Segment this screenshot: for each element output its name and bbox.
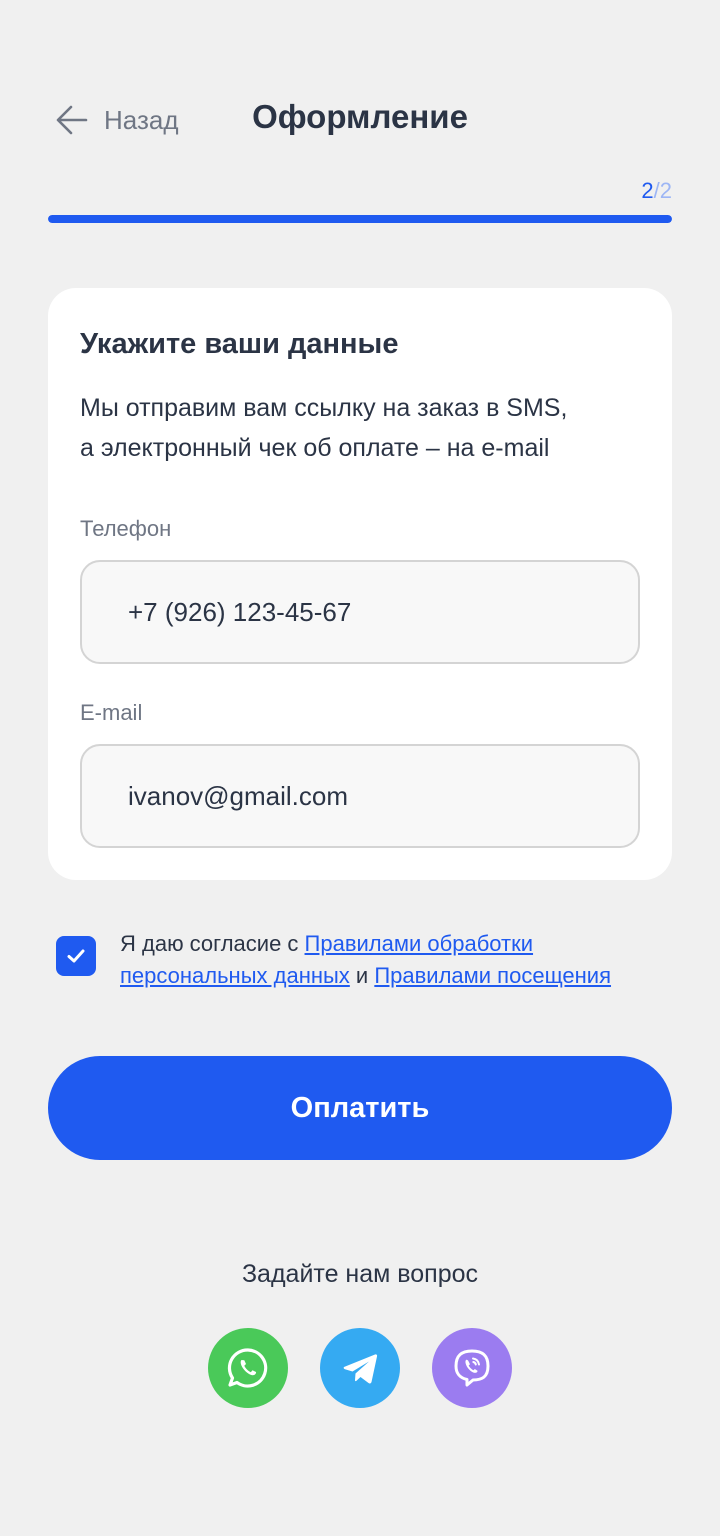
viber-button[interactable] bbox=[432, 1328, 512, 1408]
card-title: Укажите ваши данные bbox=[80, 328, 399, 360]
telegram-icon bbox=[343, 1354, 378, 1384]
whatsapp-button[interactable] bbox=[208, 1328, 288, 1408]
checkmark-icon bbox=[67, 949, 85, 963]
contact-form-card: Укажите ваши данные Мы отправим вам ссыл… bbox=[48, 288, 672, 880]
consent-text-middle: и bbox=[349, 963, 375, 988]
pay-button[interactable]: Оплатить bbox=[48, 1056, 672, 1160]
telegram-button[interactable] bbox=[320, 1328, 400, 1408]
consent-text: Я даю согласие с Правилами обработки пер… bbox=[120, 928, 680, 992]
consent-checkbox[interactable] bbox=[56, 936, 96, 976]
progress-bar bbox=[48, 215, 672, 223]
email-label: E-mail bbox=[80, 700, 143, 725]
phone-label: Телефон bbox=[80, 516, 172, 541]
phone-input[interactable] bbox=[80, 560, 640, 664]
step-counter: 2/2 bbox=[641, 178, 672, 204]
support-title: Задайте нам вопрос bbox=[241, 1260, 479, 1288]
whatsapp-icon bbox=[227, 1348, 268, 1388]
progress-fill bbox=[48, 215, 672, 223]
card-description: Мы отправим вам ссылку на заказ в SMS, а… bbox=[80, 388, 650, 468]
step-total: 2 bbox=[659, 178, 672, 203]
header: Назад Оформление 2/2 bbox=[0, 0, 720, 240]
visit-rules-link[interactable]: Правилами посещения bbox=[374, 963, 611, 988]
step-current: 2 bbox=[641, 178, 654, 203]
card-description-line-1: Мы отправим вам ссылку на заказ в SMS, bbox=[80, 394, 568, 422]
consent-text-before: Я даю согласие с bbox=[120, 931, 305, 956]
email-input[interactable] bbox=[80, 744, 640, 848]
page-title: Оформление bbox=[252, 98, 468, 135]
viber-icon bbox=[454, 1349, 490, 1387]
card-description-line-2: а электронный чек об оплате – на e-mail bbox=[80, 434, 550, 462]
